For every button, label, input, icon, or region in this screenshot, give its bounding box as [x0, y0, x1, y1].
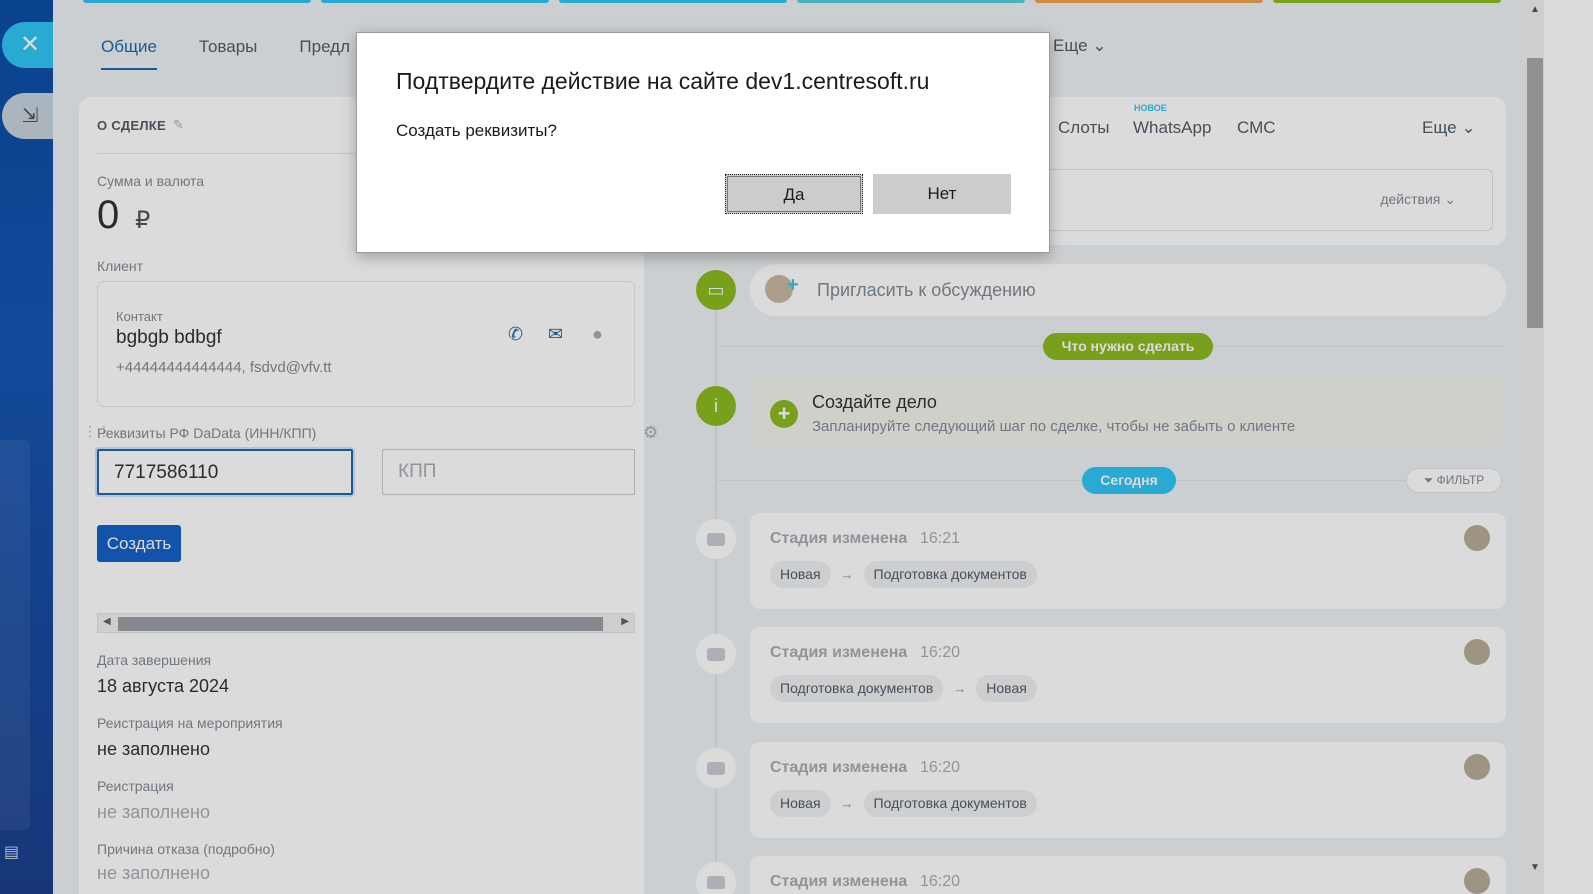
yes-button[interactable]: Да — [725, 174, 863, 214]
dialog-title: Подтвердите действие на сайте dev1.centr… — [396, 68, 930, 94]
confirm-dialog: Подтвердите действие на сайте dev1.centr… — [356, 32, 1050, 253]
no-button[interactable]: Нет — [873, 174, 1011, 214]
dialog-message: Создать реквизиты? — [396, 121, 557, 140]
